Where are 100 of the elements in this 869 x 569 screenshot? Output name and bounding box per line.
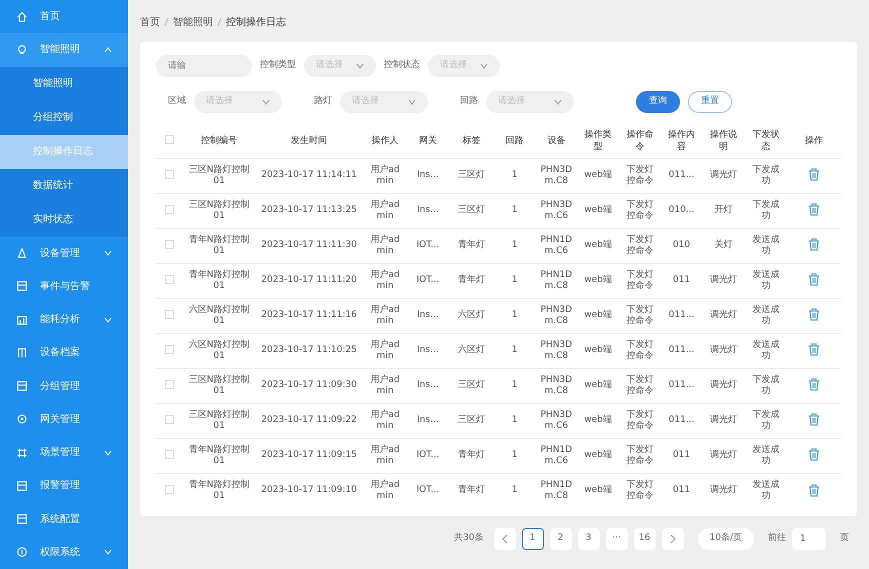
home-icon (16, 10, 28, 23)
table-cell: web端 (584, 170, 612, 180)
trash-icon[interactable] (808, 203, 820, 216)
trash-icon[interactable] (808, 238, 820, 252)
table-cell: 2023-10-17 11:09:10 (261, 485, 357, 496)
sidebar-item[interactable]: 场景管理 (0, 436, 128, 470)
sidebar-item[interactable]: 系统配置 (0, 502, 128, 536)
table-cell: 1 (512, 205, 518, 215)
checkbox[interactable] (165, 135, 174, 144)
filter-label: 控制类型 (260, 59, 296, 72)
table-cell: 2023-10-17 11:14:11 (261, 170, 357, 180)
table-cell: 1 (512, 380, 518, 390)
breadcrumb-link[interactable]: 首页 (140, 14, 160, 30)
next-page-button[interactable] (662, 528, 684, 550)
trash-icon[interactable] (808, 308, 820, 322)
table-cell: 用户admin (370, 374, 400, 396)
checkbox[interactable] (165, 310, 174, 319)
table-cell: 三区灯 (458, 415, 486, 425)
table-cell: 下发成功 (752, 374, 780, 396)
submenu-item[interactable]: 实时状态 (0, 202, 128, 236)
table-cell: 1 (512, 450, 518, 460)
sidebar-item[interactable]: 报警管理 (0, 469, 128, 502)
sidebar-item[interactable]: 网关管理 (0, 402, 128, 436)
checkbox[interactable] (165, 170, 174, 179)
trash-icon[interactable] (808, 378, 820, 392)
checkbox[interactable] (165, 380, 174, 389)
page-button[interactable]: 1 (522, 528, 544, 550)
page-button[interactable]: 3 (578, 528, 600, 550)
table-cell: 011... (668, 345, 694, 355)
column-header: 操作 (787, 124, 841, 158)
submenu-item[interactable]: 智能照明 (0, 66, 128, 100)
table-cell: 青年N路灯控制01 (188, 270, 250, 290)
checkbox[interactable] (165, 414, 174, 424)
page-button[interactable]: ··· (606, 528, 628, 550)
sidebar-item[interactable]: 能耗分析 (0, 303, 128, 336)
table-cell: web端 (584, 310, 612, 320)
table-cell: 调光灯 (710, 485, 737, 496)
table-cell: 下发灯控命令 (626, 340, 654, 360)
table-cell: 2023-10-17 11:11:20 (261, 275, 357, 285)
table-cell: 010... (668, 205, 694, 215)
checkbox[interactable] (165, 450, 174, 459)
page-button[interactable]: 16 (634, 528, 656, 550)
checkbox[interactable] (165, 240, 174, 249)
table-cell: 三区灯 (458, 380, 486, 390)
checkbox[interactable] (165, 204, 174, 214)
table-cell: 011... (668, 380, 694, 390)
sidebar-item[interactable]: 首页 (0, 0, 128, 34)
table-cell: IOT... (416, 275, 440, 285)
breadcrumb-link[interactable]: 智能照明 (173, 14, 213, 30)
table-cell: 用户admin (370, 480, 400, 501)
checkbox[interactable] (165, 344, 174, 354)
table-cell: IOT... (416, 485, 440, 496)
table-cell: 用户admin (370, 444, 400, 466)
sidebar-item[interactable]: 设备管理 (0, 236, 128, 270)
table-cell: 下发灯控命令 (626, 270, 654, 290)
circle-icon (16, 546, 28, 558)
trash-icon[interactable] (808, 484, 820, 497)
table-cell: 青年灯 (458, 450, 486, 460)
table-cell: PHN3Dm.C6 (540, 410, 572, 430)
table-cell: 青年灯 (458, 275, 486, 285)
checkbox[interactable] (165, 485, 174, 494)
total-count: 共30条 (454, 532, 484, 546)
filter-label: 回路 (460, 95, 478, 108)
submenu-item[interactable]: 数据统计 (0, 168, 128, 202)
table-cell: PHN1Dm.C6 (540, 444, 572, 466)
table-cell: 调光灯 (710, 345, 737, 355)
page-input[interactable]: 1 (792, 528, 826, 550)
trash-icon[interactable] (808, 168, 820, 182)
separator-icon (164, 18, 169, 26)
table-cell: 发送成功 (752, 234, 780, 256)
search-field[interactable]: 请输 (156, 55, 252, 77)
submenu-item[interactable]: 分组控制 (0, 100, 128, 134)
chevron-icon (104, 448, 112, 457)
table-cell: 三区灯 (458, 205, 486, 215)
page-size-select[interactable]: 10条/页 (698, 528, 754, 550)
trash-icon[interactable] (808, 413, 820, 426)
sidebar-item[interactable]: 事件与告警 (0, 270, 128, 303)
sidebar-item[interactable]: 分组管理 (0, 370, 128, 403)
chevron-icon (262, 98, 270, 106)
table-cell: web端 (584, 205, 612, 215)
sidebar-item[interactable]: 权限系统 (0, 536, 128, 569)
trash-icon[interactable] (808, 448, 820, 462)
sidebar-item[interactable]: 智能照明 (0, 33, 128, 66)
sidebar-item[interactable]: 设备档案 (0, 336, 128, 370)
column-header: 回路 (494, 124, 535, 158)
table-cell: 下发灯控命令 (626, 164, 654, 186)
reset-button[interactable]: 重置 (688, 91, 732, 113)
page-button[interactable]: 2 (550, 528, 572, 550)
table-cell: web端 (584, 485, 612, 496)
chevron-icon (104, 249, 112, 258)
table-cell: 用户admin (370, 164, 400, 186)
trash-icon[interactable] (808, 273, 820, 286)
trash-icon[interactable] (808, 343, 820, 356)
query-button[interactable]: 查询 (636, 91, 680, 113)
checkbox[interactable] (165, 274, 174, 284)
table-cell: 011... (668, 415, 694, 425)
table-cell: 用户admin (370, 340, 400, 360)
previous-page-button[interactable] (494, 528, 516, 550)
table-cell: 青年N路灯控制01 (188, 444, 250, 466)
table-cell: 调光灯 (710, 275, 737, 285)
